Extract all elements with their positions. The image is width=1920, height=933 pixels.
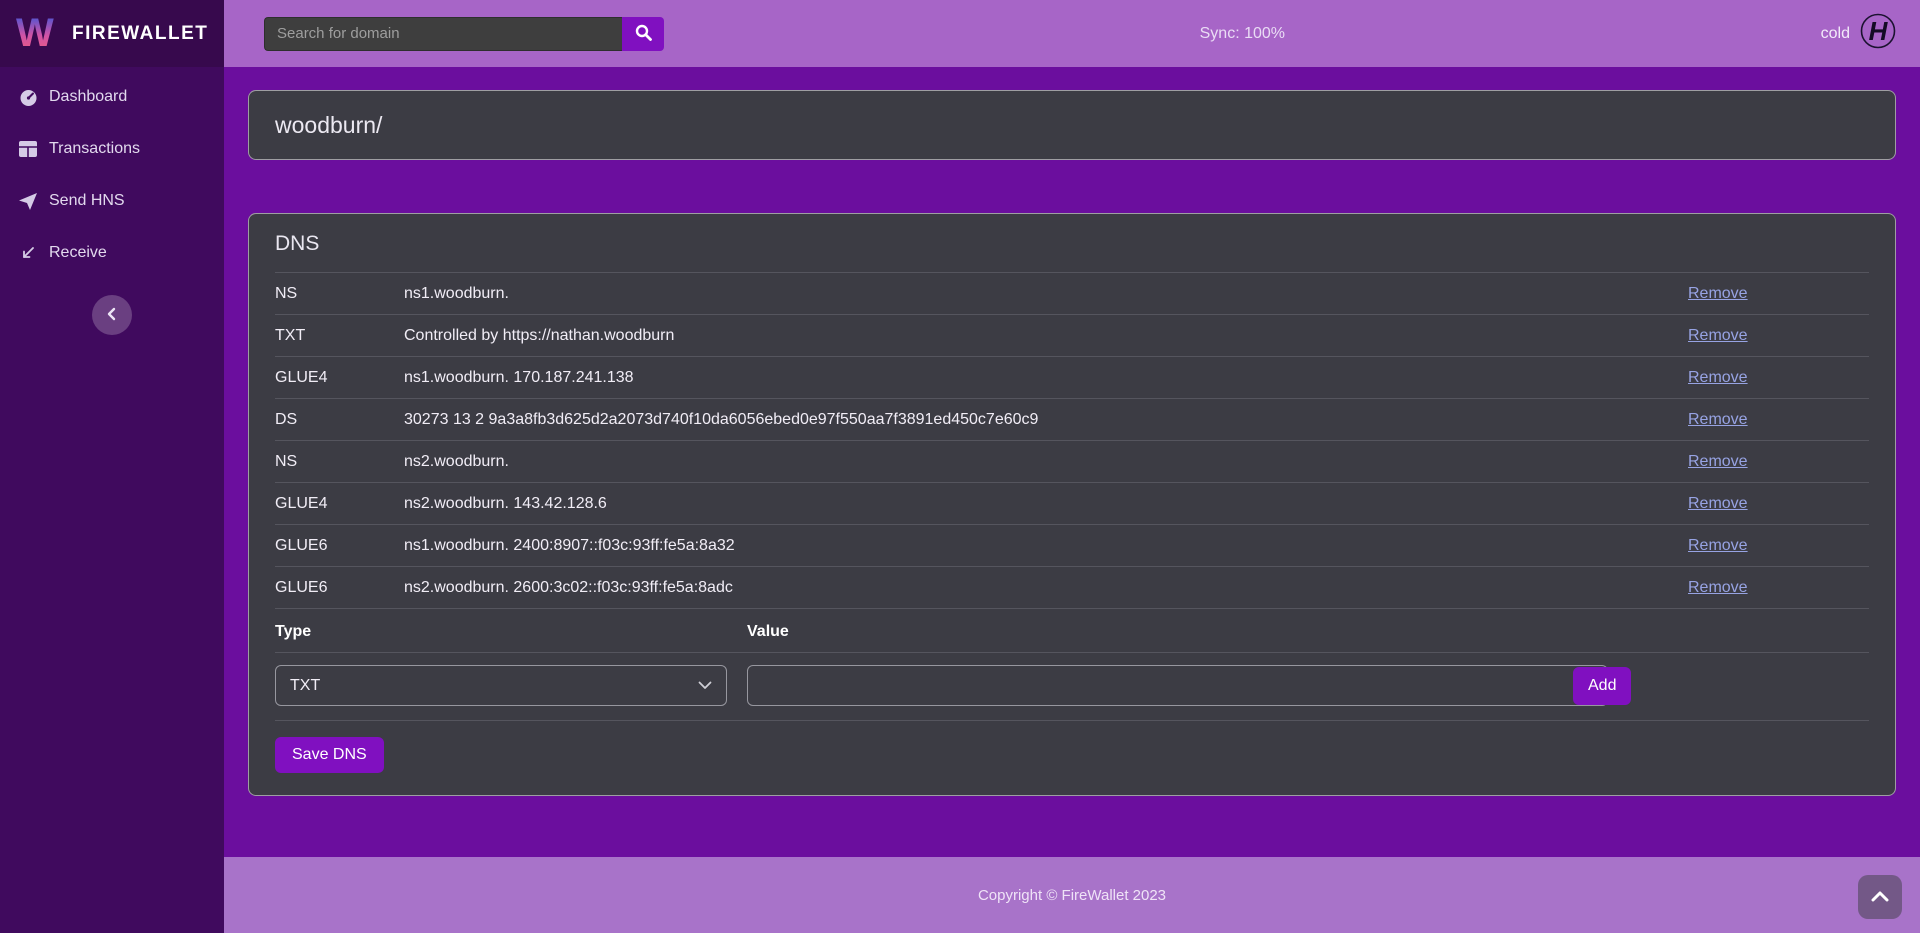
remove-record-link[interactable]: Remove [1688, 453, 1748, 470]
record-action-cell: Remove [1688, 483, 1869, 525]
dns-record-row: GLUE4 ns1.woodburn. 170.187.241.138 Remo… [275, 357, 1869, 399]
dns-record-row: TXT Controlled by https://nathan.woodbur… [275, 315, 1869, 357]
sync-status: Sync: 100% [664, 25, 1821, 43]
form-header-row: Type Value [275, 609, 1869, 653]
brand-name: FIREWALLET [72, 23, 208, 45]
record-value: 30273 13 2 9a3a8fb3d625d2a2073d740f10da6… [404, 399, 1688, 441]
add-record-form: Type Value TXT [275, 609, 1869, 721]
record-action-cell: Remove [1688, 441, 1869, 483]
record-value-input[interactable] [747, 665, 1608, 706]
sidebar-item-send-hns[interactable]: Send HNS [0, 175, 224, 227]
topbar: Sync: 100% cold H [224, 0, 1920, 67]
remove-record-link[interactable]: Remove [1688, 369, 1748, 386]
record-type: TXT [275, 315, 404, 357]
dns-record-row: GLUE4 ns2.woodburn. 143.42.128.6 Remove [275, 483, 1869, 525]
dns-records-table: NS ns1.woodburn. Remove TXT Controlled b… [275, 273, 1869, 609]
firewallet-w-logo-icon: W [16, 11, 60, 56]
svg-text:H: H [1869, 16, 1889, 46]
add-record-button[interactable]: Add [1573, 667, 1631, 705]
record-action-cell: Remove [1688, 567, 1869, 609]
domain-title: woodburn/ [275, 111, 1869, 139]
wallet-name: cold [1821, 25, 1850, 43]
chevron-down-icon [698, 677, 712, 695]
sidebar-item-dashboard[interactable]: Dashboard [0, 71, 224, 123]
brand-header: W FIREWALLET [0, 0, 224, 67]
selected-type-value: TXT [290, 677, 320, 695]
dns-record-row: NS ns2.woodburn. Remove [275, 441, 1869, 483]
paper-plane-icon [18, 193, 38, 210]
search-input[interactable] [264, 17, 622, 51]
arrow-down-left-icon [18, 245, 38, 261]
handshake-logo-icon: H [1860, 13, 1896, 54]
record-type: DS [275, 399, 404, 441]
record-value: ns2.woodburn. 2600:3c02::f03c:93ff:fe5a:… [404, 567, 1688, 609]
remove-record-link[interactable]: Remove [1688, 285, 1748, 302]
record-value: ns2.woodburn. 143.42.128.6 [404, 483, 1688, 525]
form-input-row: TXT [275, 653, 1869, 721]
record-type: NS [275, 441, 404, 483]
sidebar-item-label: Receive [49, 244, 107, 262]
remove-record-link[interactable]: Remove [1688, 327, 1748, 344]
actions-column-header [1573, 609, 1869, 653]
search-icon [635, 24, 652, 44]
record-type: GLUE6 [275, 567, 404, 609]
dns-record-row: NS ns1.woodburn. Remove [275, 273, 1869, 315]
chevron-left-icon [104, 306, 120, 325]
record-type: GLUE4 [275, 483, 404, 525]
dns-record-row: GLUE6 ns2.woodburn. 2600:3c02::f03c:93ff… [275, 567, 1869, 609]
record-value: Controlled by https://nathan.woodburn [404, 315, 1688, 357]
record-action-cell: Remove [1688, 273, 1869, 315]
record-value: ns1.woodburn. 2400:8907::f03c:93ff:fe5a:… [404, 525, 1688, 567]
record-type: GLUE4 [275, 357, 404, 399]
sidebar-item-label: Dashboard [49, 88, 127, 106]
dns-record-row: GLUE6 ns1.woodburn. 2400:8907::f03c:93ff… [275, 525, 1869, 567]
sidebar: W FIREWALLET Dashboard [0, 0, 224, 933]
sidebar-nav: Dashboard Transactions S [0, 67, 224, 279]
domain-search [264, 17, 664, 51]
remove-record-link[interactable]: Remove [1688, 495, 1748, 512]
dns-card-title: DNS [275, 232, 1869, 273]
copyright-text: Copyright © FireWallet 2023 [978, 887, 1166, 904]
record-value: ns2.woodburn. [404, 441, 1688, 483]
sidebar-item-receive[interactable]: Receive [0, 227, 224, 279]
remove-record-link[interactable]: Remove [1688, 537, 1748, 554]
sidebar-collapse-button[interactable] [92, 295, 132, 335]
record-value: ns1.woodburn. 170.187.241.138 [404, 357, 1688, 399]
main-content: woodburn/ DNS NS ns1.woodburn. Remove [224, 67, 1920, 857]
type-column-header: Type [275, 609, 747, 653]
record-action-cell: Remove [1688, 357, 1869, 399]
table-icon [18, 141, 38, 157]
record-type: NS [275, 273, 404, 315]
svg-text:W: W [16, 11, 54, 51]
search-button[interactable] [622, 17, 664, 51]
remove-record-link[interactable]: Remove [1688, 411, 1748, 428]
value-column-header: Value [747, 609, 1573, 653]
record-value: ns1.woodburn. [404, 273, 1688, 315]
sidebar-item-label: Send HNS [49, 192, 125, 210]
footer: Copyright © FireWallet 2023 [224, 857, 1920, 933]
sidebar-item-label: Transactions [49, 140, 140, 158]
wallet-selector[interactable]: cold H [1821, 13, 1896, 54]
app-window: W FIREWALLET Dashboard [0, 0, 1920, 933]
dns-records-body: NS ns1.woodburn. Remove TXT Controlled b… [275, 273, 1869, 609]
record-type: GLUE6 [275, 525, 404, 567]
record-type-select[interactable]: TXT [275, 665, 727, 706]
record-action-cell: Remove [1688, 315, 1869, 357]
gauge-icon [18, 88, 38, 107]
save-dns-button[interactable]: Save DNS [275, 737, 384, 773]
domain-title-card: woodburn/ [248, 90, 1896, 160]
record-action-cell: Remove [1688, 399, 1869, 441]
sidebar-item-transactions[interactable]: Transactions [0, 123, 224, 175]
dns-record-row: DS 30273 13 2 9a3a8fb3d625d2a2073d740f10… [275, 399, 1869, 441]
dns-card: DNS NS ns1.woodburn. Remove [248, 213, 1896, 796]
scroll-to-top-button[interactable] [1858, 875, 1902, 919]
record-action-cell: Remove [1688, 525, 1869, 567]
chevron-up-icon [1871, 890, 1889, 905]
remove-record-link[interactable]: Remove [1688, 579, 1748, 596]
